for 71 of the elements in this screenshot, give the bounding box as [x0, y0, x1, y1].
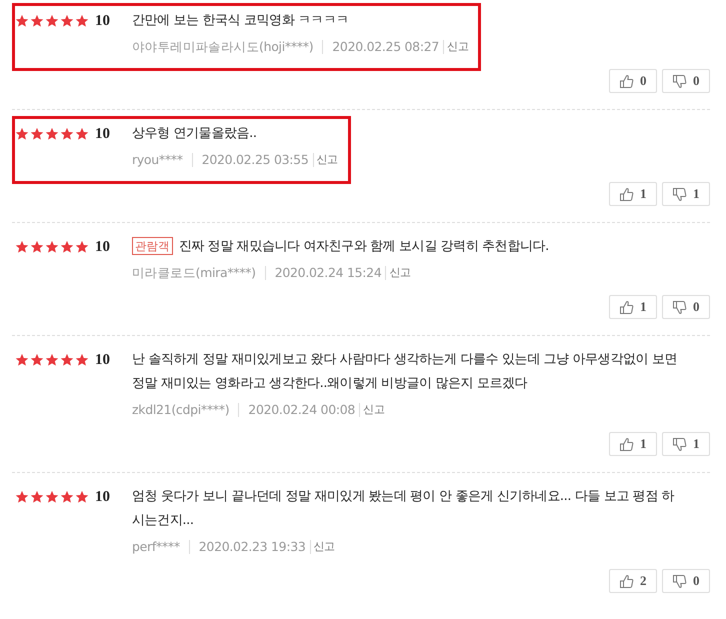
like-button[interactable]: 0	[609, 69, 657, 93]
star-icon	[45, 490, 59, 504]
star-icon	[60, 490, 74, 504]
like-button[interactable]: 1	[609, 182, 657, 206]
date: 2020.02.25 03:55	[192, 153, 308, 167]
star-icon	[45, 353, 59, 367]
star-icon	[15, 14, 29, 28]
report-link[interactable]: 신고	[312, 153, 338, 167]
star-icon	[60, 14, 74, 28]
thumbs-up-icon	[619, 300, 634, 314]
dislike-button[interactable]: 1	[662, 432, 710, 456]
score: 10	[94, 238, 111, 257]
star-icon	[60, 127, 74, 141]
star-icon	[75, 490, 89, 504]
author: ryou****	[132, 151, 183, 169]
star-icon	[45, 14, 59, 28]
star-icon	[30, 240, 44, 254]
star-icon	[75, 127, 89, 141]
review-text: 난 솔직하게 정말 재미있게보고 왔다 사람마다 생각하는게 다를수 있는데 그냥 아무생각없이 보면 정말 재미있는 영화라고 생각한다..왜이렇게 비방글이 많은지 모르겠다	[132, 351, 678, 393]
review-text: 간만에 보는 한국식 코믹영화 ㅋㅋㅋㅋ	[132, 12, 350, 30]
thumbs-up-icon	[619, 436, 634, 452]
report-link[interactable]: 신고	[443, 40, 468, 54]
review-text: 상우형 연기물올랐음..	[132, 125, 258, 143]
date: 2020.02.23 19:33	[188, 540, 306, 554]
star-icon	[15, 353, 29, 367]
author: perf****	[132, 538, 180, 556]
score: 10	[94, 351, 111, 370]
star-icon	[15, 127, 29, 141]
thumbs-down-icon	[672, 186, 687, 202]
star-icon	[15, 240, 29, 254]
report-link[interactable]: 신고	[385, 266, 411, 280]
thumbs-down-icon	[672, 300, 687, 314]
star-icon	[30, 490, 44, 504]
thumbs-down-icon	[672, 574, 687, 588]
like-button[interactable]: 1	[609, 432, 657, 456]
star-icon	[30, 14, 44, 28]
date: 2020.02.24 15:24	[264, 266, 382, 280]
author: zkdl21(cdpi****)	[132, 401, 230, 419]
thumbs-up-icon	[619, 574, 634, 588]
thumbs-up-icon	[619, 186, 634, 202]
dislike-button[interactable]: 0	[662, 569, 710, 593]
star-icon	[60, 353, 74, 367]
thumbs-down-icon	[672, 74, 687, 88]
star-icon	[45, 240, 59, 254]
dislike-button[interactable]: 0	[662, 69, 710, 93]
audience-badge: 관람객	[132, 237, 173, 255]
star-icon	[75, 14, 89, 28]
date: 2020.02.24 00:08	[238, 403, 356, 417]
star-icon	[45, 127, 59, 141]
dislike-button[interactable]: 0	[662, 295, 710, 319]
score: 10	[94, 12, 111, 31]
date: 2020.02.25 08:27	[322, 40, 440, 54]
report-link[interactable]: 신고	[359, 403, 384, 417]
report-link[interactable]: 신고	[310, 540, 335, 554]
score: 10	[94, 125, 111, 144]
thumbs-up-icon	[619, 74, 634, 88]
author: 야야투레미파솔라시도(hoji****)	[132, 38, 314, 56]
author: 미라클로드(mira****)	[132, 264, 256, 282]
score: 10	[94, 488, 111, 507]
star-icon	[75, 240, 89, 254]
star-icon	[15, 490, 29, 504]
review-text: 엄청 웃다가 보니 끝나던데 정말 재미있게 봤는데 평이 안 좋은게 신기하네요... 다들 보고 평점 하시는건지...	[132, 488, 676, 530]
dislike-button[interactable]: 1	[662, 182, 710, 206]
review-text: 진짜 정말 재밌습니다 여자친구와 함께 보시길 강력히 추천합니다.	[178, 239, 549, 254]
like-button[interactable]: 1	[609, 295, 657, 319]
star-icon	[60, 240, 74, 254]
star-icon	[30, 353, 44, 367]
star-icon	[30, 127, 44, 141]
like-button[interactable]: 2	[609, 569, 657, 593]
star-icon	[75, 353, 89, 367]
thumbs-down-icon	[672, 436, 687, 452]
